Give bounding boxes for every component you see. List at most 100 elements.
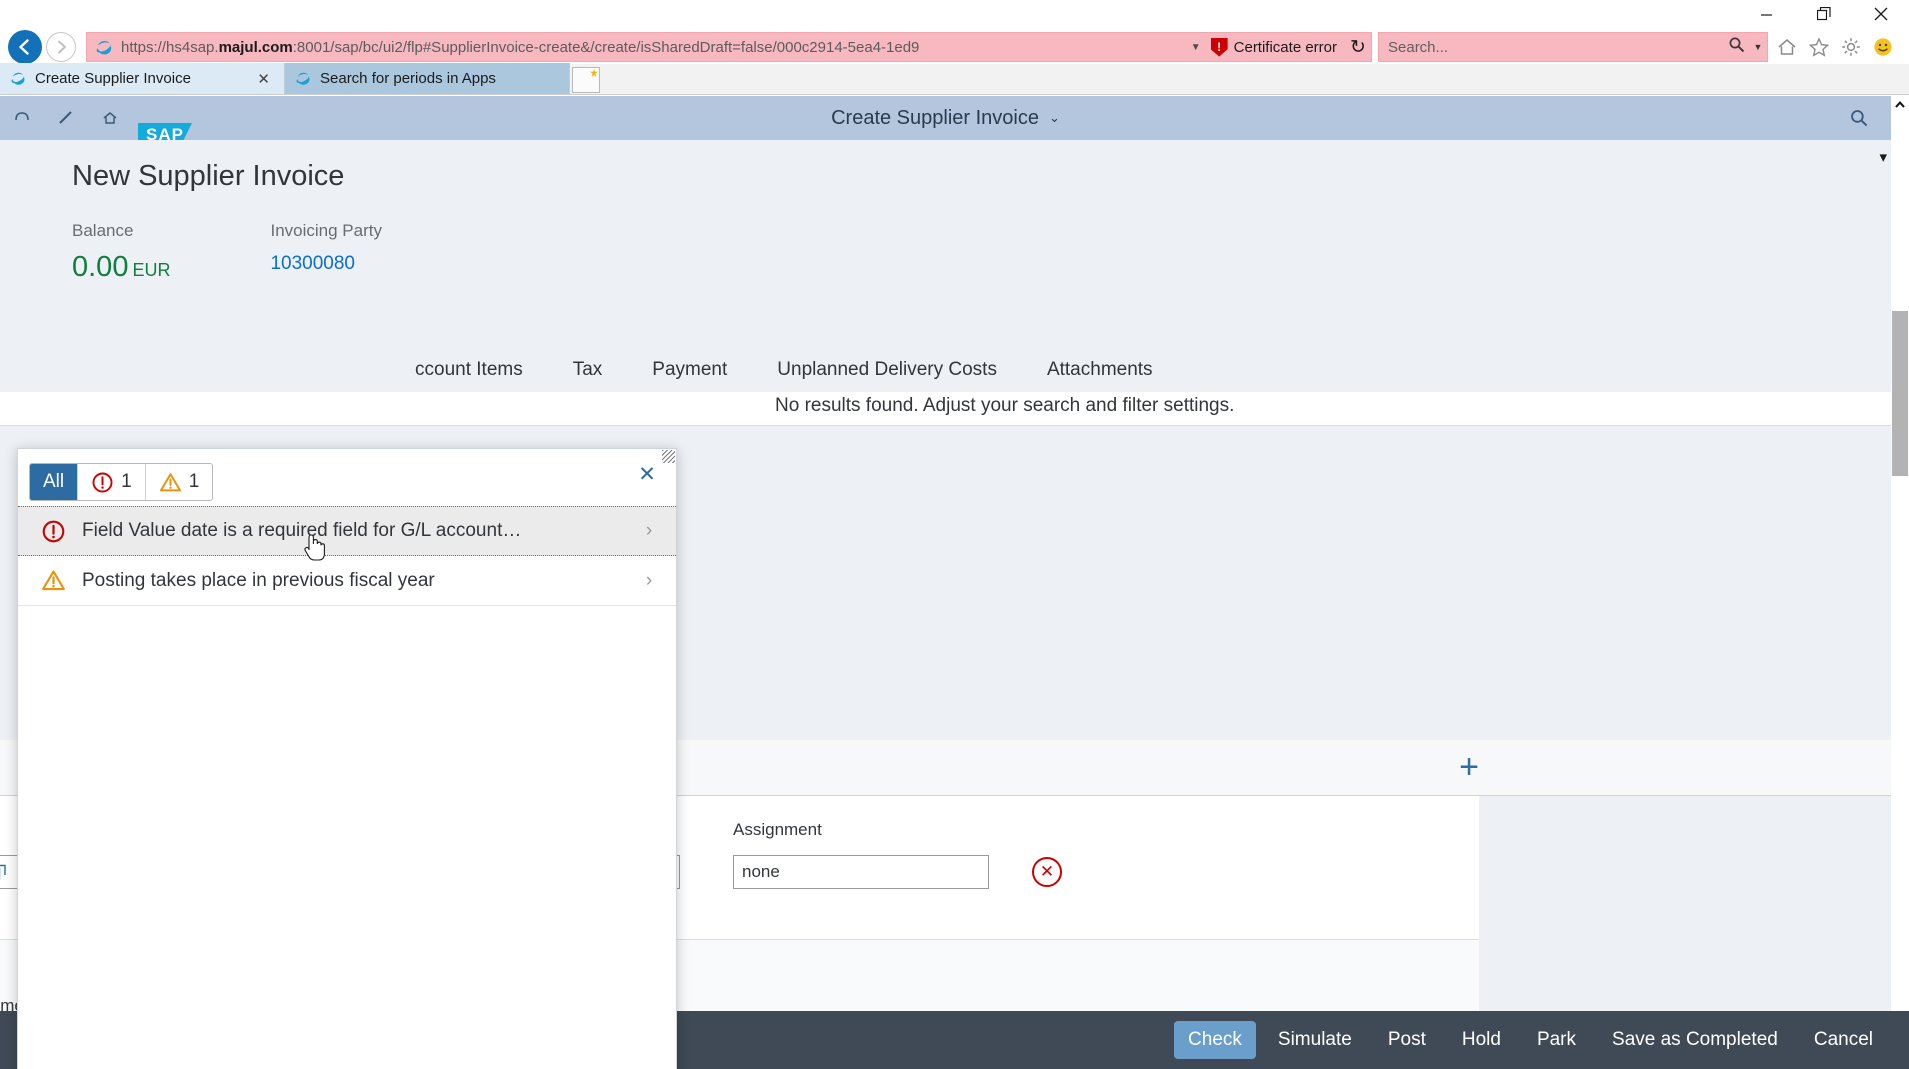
tab-attachments[interactable]: Attachments [1047,359,1153,381]
address-bar[interactable]: https://hs4sap.majul.com:8001/sap/bc/ui2… [86,32,1372,62]
tab-payment[interactable]: Payment [652,359,727,381]
forward-button[interactable] [46,32,76,62]
warning-icon [40,568,66,593]
chevron-right-icon[interactable]: › [636,520,662,542]
browser-navigation-bar: https://hs4sap.majul.com:8001/sap/bc/ui2… [0,28,1909,66]
message-list-item-warning[interactable]: Posting takes place in previous fiscal y… [18,556,676,606]
certificate-error-label: Certificate error [1233,38,1337,56]
message-filter-all-label: All [43,471,65,492]
back-arrow-icon[interactable] [0,96,44,140]
object-page-tabbar: ccount Items Tax Payment Unplanned Deliv… [0,346,1891,394]
invoicing-party-link[interactable]: 10300080 [270,253,382,275]
minimize-icon[interactable] [1738,0,1795,28]
page-scrollbar[interactable] [1891,96,1909,1069]
kpi-balance-amount: 0.00 [72,251,129,283]
tab-tax[interactable]: Tax [573,359,603,381]
page-title: New Supplier Invoice [72,160,345,192]
park-button[interactable]: Park [1523,1021,1590,1059]
window-controls [1738,0,1909,28]
new-tab-icon[interactable] [572,67,600,93]
check-button[interactable]: Check [1174,1021,1256,1059]
browser-tab-search-for-periods[interactable]: Search for periods in Apps [285,63,570,94]
search-dropdown-icon[interactable]: ▼ [1749,42,1767,52]
browser-titlebar [0,0,1909,28]
internet-explorer-icon [295,70,312,87]
certificate-error-button[interactable]: ! Certificate error [1207,37,1345,57]
save-as-completed-button[interactable]: Save as Completed [1598,1021,1792,1059]
browser-tab-label: Search for periods in Apps [320,70,496,87]
close-icon[interactable]: ✕ [253,70,274,88]
url-prefix: https://hs4sap. [121,38,219,56]
address-bar-dropdown-icon[interactable]: ▼ [1185,42,1207,53]
internet-explorer-icon [10,70,27,87]
close-icon[interactable]: ✕ [634,461,660,487]
message-popover: All 1 1 ✕ Field Value date is a required… [17,448,677,1069]
smiley-feedback-icon[interactable] [1870,35,1895,60]
url-suffix: :8001/sap/bc/ui2/flp#SupplierInvoice-cre… [292,38,920,56]
kpi-balance-label: Balance [72,221,134,240]
refresh-icon[interactable]: ↻ [1345,36,1371,59]
object-page-header: New Supplier Invoice Balance 0.00 EUR Inv… [0,140,1891,284]
page-viewport: SAP Create Supplier Invoice ⌄ New Suppli… [0,96,1909,1069]
favorites-icon[interactable] [1806,35,1831,60]
message-list: Field Value date is a required field for… [18,506,676,606]
error-icon [40,519,66,544]
delete-row-button[interactable]: ✕ [1032,857,1062,887]
browser-toolbar-icons [1774,35,1905,60]
kpi-invoicing-party: Invoicing Party 10300080 [270,221,382,284]
home-icon[interactable] [88,96,132,140]
pen-icon[interactable] [44,96,88,140]
address-bar-url: https://hs4sap.majul.com:8001/sap/bc/ui2… [115,39,1185,56]
scroll-hint-caret-icon: ▾ [1879,149,1887,166]
add-item-button[interactable]: + [1459,750,1479,784]
browser-search-input[interactable]: Search... [1379,39,1723,56]
browser-tabstrip: Create Supplier Invoice ✕ Search for per… [0,63,1909,95]
close-icon[interactable] [1852,0,1909,28]
sap-shell-bar: SAP Create Supplier Invoice ⌄ [0,96,1891,140]
message-text: Posting takes place in previous fiscal y… [82,569,435,591]
close-icon: ✕ [1039,862,1055,881]
chevron-down-icon[interactable]: ⌄ [1049,110,1060,126]
browser-search-box[interactable]: Search... ▼ [1378,32,1768,62]
message-filter-segmented-buttons: All 1 1 [29,463,214,501]
browser-tab-create-supplier-invoice[interactable]: Create Supplier Invoice ✕ [0,63,285,94]
sap-logo: SAP [138,123,192,140]
tab-unplanned-delivery-costs[interactable]: Unplanned Delivery Costs [777,359,997,381]
cancel-button[interactable]: Cancel [1800,1021,1887,1059]
back-button[interactable] [8,30,42,64]
footer-actions: Check Simulate Post Hold Park Save as Co… [1174,1021,1909,1059]
url-domain: majul.com [218,38,293,56]
message-text: Field Value date is a required field for… [82,520,522,541]
post-button[interactable]: Post [1374,1021,1440,1059]
message-filter-all[interactable]: All [30,464,79,500]
browser-tab-label: Create Supplier Invoice [35,70,191,87]
object-page-kpis: Balance 0.00 EUR Invoicing Party 10300080 [72,221,1891,284]
error-icon [91,471,114,494]
search-icon[interactable] [1723,36,1749,58]
no-results-message: No results found. Adjust your search and… [0,392,1891,426]
chevron-right-icon[interactable]: › [636,570,662,592]
value-help-icon[interactable] [0,855,18,889]
message-list-item-error[interactable]: Field Value date is a required field for… [18,506,676,556]
scrollbar-thumb[interactable] [1892,311,1908,476]
message-popover-header: All 1 1 ✕ [18,449,676,506]
message-filter-errors-count: 1 [121,471,132,492]
shell-title[interactable]: Create Supplier Invoice ⌄ [0,96,1891,140]
internet-explorer-icon [93,38,115,57]
restore-icon[interactable] [1795,0,1852,28]
shell-title-label: Create Supplier Invoice [831,106,1039,129]
kpi-balance-currency: EUR [132,260,171,280]
message-filter-errors[interactable]: 1 [78,464,146,500]
assignment-input[interactable] [733,855,989,889]
scroll-up-arrow-icon[interactable] [1891,96,1909,114]
hold-button[interactable]: Hold [1448,1021,1515,1059]
tab-account-items[interactable]: ccount Items [415,359,523,381]
browser-window: https://hs4sap.majul.com:8001/sap/bc/ui2… [0,0,1909,1069]
kpi-invoicing-party-label: Invoicing Party [270,221,382,240]
settings-gear-icon[interactable] [1838,35,1863,60]
message-filter-warnings[interactable]: 1 [146,464,213,500]
simulate-button[interactable]: Simulate [1264,1021,1366,1059]
shell-search-icon[interactable] [1849,96,1869,140]
home-icon[interactable] [1774,35,1799,60]
warning-icon [159,471,182,494]
